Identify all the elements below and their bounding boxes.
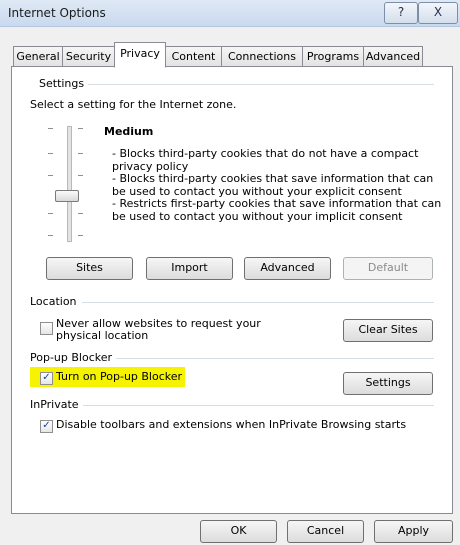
never-allow-location-label-2: physical location	[56, 329, 149, 342]
cancel-button[interactable]: Cancel	[287, 520, 364, 543]
tab-programs[interactable]: Programs	[302, 46, 364, 66]
window-title: Internet Options	[8, 6, 106, 20]
title-bar[interactable]: Internet Options ? X	[0, 0, 460, 27]
location-group-label: Location	[30, 295, 81, 308]
popup-settings-button[interactable]: Settings	[343, 372, 433, 395]
privacy-level-description: - Blocks third-party cookies that do not…	[112, 147, 442, 223]
sites-button[interactable]: Sites	[46, 257, 133, 280]
settings-group-label: Settings	[39, 77, 89, 90]
slider-tick	[78, 175, 83, 176]
slider-tick	[48, 128, 53, 129]
slider-tick	[78, 235, 83, 236]
tab-connections[interactable]: Connections	[221, 46, 303, 66]
advanced-button[interactable]: Advanced	[244, 257, 331, 280]
slider-tick	[48, 175, 53, 176]
slider-tick	[78, 213, 83, 214]
slider-tick	[48, 235, 53, 236]
popup-group-label: Pop-up Blocker	[30, 351, 117, 364]
apply-button[interactable]: Apply	[374, 520, 453, 543]
ok-button[interactable]: OK	[200, 520, 277, 543]
slider-tick	[78, 128, 83, 129]
location-group-line	[82, 302, 434, 303]
never-allow-location-checkbox[interactable]	[40, 322, 53, 335]
tab-general[interactable]: General	[13, 46, 63, 66]
clear-sites-button[interactable]: Clear Sites	[343, 319, 433, 342]
disable-toolbars-checkbox[interactable]	[40, 420, 53, 433]
import-button[interactable]: Import	[146, 257, 233, 280]
privacy-slider-thumb[interactable]	[55, 190, 79, 202]
slider-tick	[48, 153, 53, 154]
close-button[interactable]: X	[418, 2, 458, 24]
tab-advanced[interactable]: Advanced	[363, 46, 423, 66]
tab-content[interactable]: Content	[165, 46, 222, 66]
help-button[interactable]: ?	[384, 2, 418, 24]
privacy-slider-track[interactable]	[67, 126, 72, 242]
default-button[interactable]: Default	[343, 257, 433, 280]
inprivate-group-line	[80, 405, 434, 406]
tab-privacy[interactable]: Privacy	[114, 42, 166, 68]
privacy-panel: Settings Select a setting for the Intern…	[11, 66, 453, 514]
internet-options-dialog: Internet Options ? X General Security Pr…	[0, 0, 460, 545]
disable-toolbars-label: Disable toolbars and extensions when InP…	[56, 418, 407, 431]
tab-security[interactable]: Security	[62, 46, 115, 66]
settings-group-line	[82, 84, 434, 85]
zone-prompt: Select a setting for the Internet zone.	[30, 98, 237, 111]
slider-tick	[48, 213, 53, 214]
popup-blocker-checkbox[interactable]	[40, 372, 53, 385]
inprivate-group-label: InPrivate	[30, 398, 83, 411]
privacy-level-label: Medium	[104, 125, 154, 138]
slider-tick	[78, 153, 83, 154]
popup-blocker-label: Turn on Pop-up Blocker	[56, 370, 183, 383]
popup-group-line	[110, 358, 434, 359]
